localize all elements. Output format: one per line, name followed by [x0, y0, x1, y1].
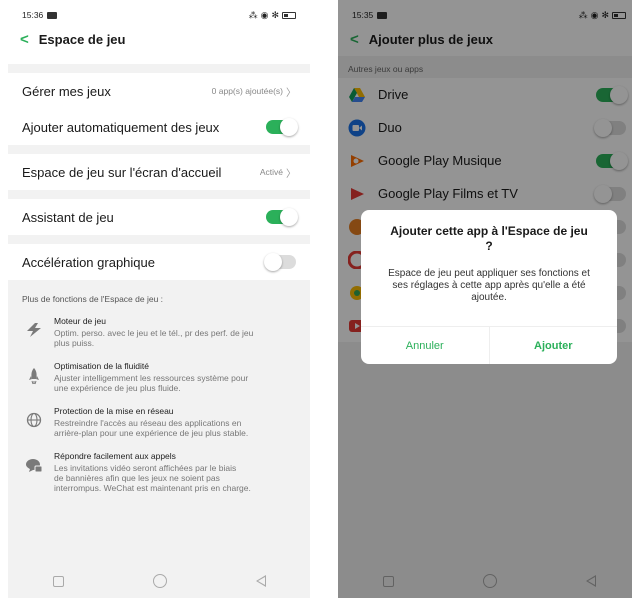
- feature-desc: Restreindre l'accès au réseau des applic…: [54, 418, 249, 438]
- back-arrow-icon[interactable]: <: [20, 31, 29, 48]
- manage-games-label: Gérer mes jeux: [22, 83, 111, 99]
- recent-apps-icon[interactable]: [52, 575, 64, 587]
- image-notification-icon: [47, 11, 58, 19]
- graphics-acceleration-toggle[interactable]: [264, 253, 296, 271]
- add-app-dialog: Ajouter cette app à l'Espace de jeu ? Es…: [361, 210, 617, 364]
- back-icon[interactable]: [255, 575, 266, 587]
- auto-add-label: Ajouter automatiquement des jeux: [22, 119, 220, 135]
- status-bar: 15:36 ⁂ ◉ ✻: [8, 0, 310, 22]
- auto-add-toggle[interactable]: [266, 118, 298, 136]
- feature-desc: Optim. perso. avec le jeu et le tél., pr…: [54, 328, 254, 348]
- home-screen-row[interactable]: Espace de jeu sur l'écran d'accueil Acti…: [8, 154, 310, 190]
- feature-item: Moteur de jeu Optim. perso. avec le jeu …: [8, 316, 310, 348]
- feature-desc: Les invitations vidéo seront affichées p…: [54, 463, 251, 493]
- title-bar: < Espace de jeu: [8, 22, 310, 56]
- battery-icon: [282, 11, 296, 19]
- feature-title: Répondre facilement aux appels: [54, 451, 176, 461]
- graphics-acceleration-label: Accélération graphique: [22, 254, 155, 270]
- feature-item: Répondre facilement aux appels Les invit…: [8, 451, 310, 493]
- globe-icon: [22, 406, 46, 438]
- location-icon: ◉: [260, 9, 269, 20]
- lightning-icon: [22, 316, 46, 348]
- add-games-screen: 15:35 ⁂ ◉ ✻ < Ajouter plus de jeux Autre…: [338, 0, 632, 598]
- bluetooth-icon: ✻: [271, 9, 279, 20]
- game-space-screen: 15:36 ⁂ ◉ ✻ < Espace de jeu Gérer mes je…: [8, 0, 310, 598]
- chevron-right-icon: 〉: [286, 87, 296, 99]
- manage-games-row[interactable]: Gérer mes jeux 0 app(s) ajoutée(s) 〉: [8, 73, 310, 109]
- chat-call-icon: [22, 451, 46, 493]
- rocket-icon: [22, 361, 46, 393]
- feature-desc: Ajuster intelligemment les ressources sy…: [54, 373, 249, 393]
- feature-item: Optimisation de la fluidité Ajuster inte…: [8, 361, 310, 393]
- home-screen-label: Espace de jeu sur l'écran d'accueil: [22, 164, 222, 180]
- game-assistant-toggle[interactable]: [266, 208, 298, 226]
- page-title: Espace de jeu: [38, 31, 126, 47]
- signal-icon: ⁂: [248, 9, 258, 20]
- feature-item: Protection de la mise en réseau Restrein…: [8, 406, 310, 438]
- feature-title: Protection de la mise en réseau: [54, 406, 174, 416]
- game-assistant-row: Assistant de jeu: [8, 199, 310, 235]
- status-time: 15:36: [22, 10, 44, 20]
- home-screen-value: Activé: [259, 167, 283, 177]
- cancel-button[interactable]: Annuler: [361, 327, 489, 364]
- auto-add-row: Ajouter automatiquement des jeux: [8, 109, 310, 145]
- dialog-title: Ajouter cette app à l'Espace de jeu ?: [390, 224, 588, 253]
- game-assistant-label: Assistant de jeu: [22, 209, 114, 225]
- feature-title: Optimisation de la fluidité: [54, 361, 149, 371]
- dialog-message: Espace de jeu peut appliquer ses fonctio…: [388, 268, 590, 303]
- manage-games-value: 0 app(s) ajoutée(s): [211, 86, 283, 96]
- status-icons: ⁂ ◉ ✻: [249, 10, 296, 21]
- home-icon[interactable]: [152, 574, 167, 588]
- graphics-acceleration-row: Accélération graphique: [8, 244, 310, 280]
- feature-title: Moteur de jeu: [54, 316, 106, 326]
- chevron-right-icon: 〉: [286, 168, 296, 180]
- add-button[interactable]: Ajouter: [488, 327, 618, 364]
- more-functions-heading: Plus de fonctions de l'Espace de jeu :: [22, 294, 164, 304]
- navigation-bar: [8, 564, 310, 598]
